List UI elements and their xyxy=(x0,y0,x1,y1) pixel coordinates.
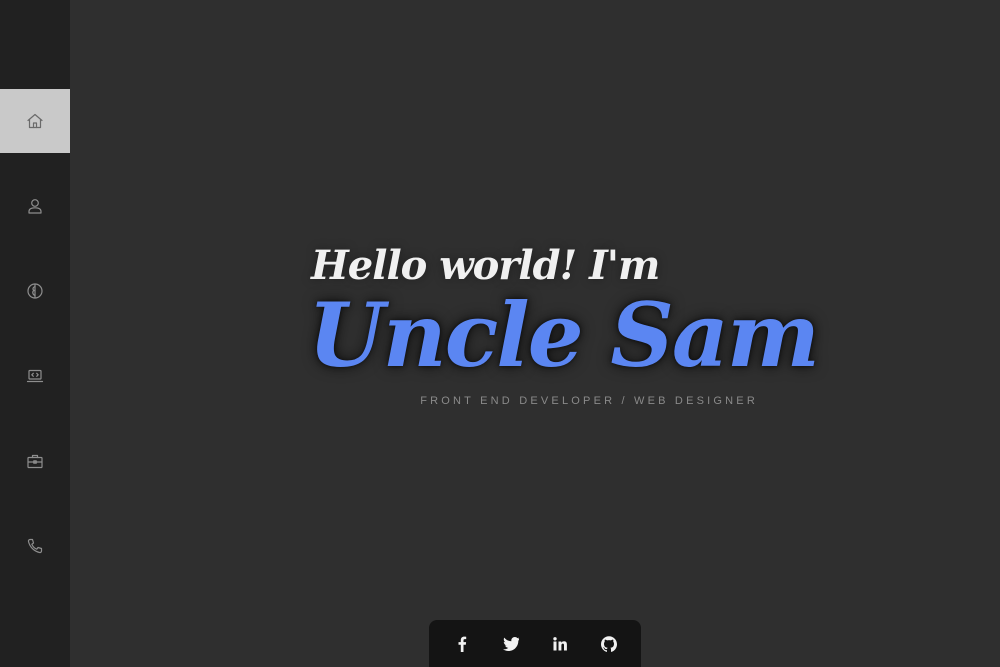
user-icon xyxy=(28,199,42,214)
hero-name: Uncle Sam xyxy=(308,283,820,387)
laptop-code-icon xyxy=(26,369,44,383)
github-icon xyxy=(600,635,617,652)
sidebar-item-home[interactable] xyxy=(0,89,70,153)
hero-subtitle: FRONT END DEVELOPER / WEB DESIGNER xyxy=(420,395,758,407)
facebook-icon xyxy=(458,636,466,652)
github-link[interactable] xyxy=(591,626,627,662)
briefcase-icon xyxy=(27,454,43,469)
home-icon xyxy=(27,113,43,129)
sidebar-item-about[interactable] xyxy=(0,174,70,238)
sidebar-item-portfolio[interactable] xyxy=(0,344,70,408)
sidebar xyxy=(0,0,70,667)
linkedin-link[interactable] xyxy=(542,626,578,662)
brain-icon xyxy=(27,283,43,299)
sidebar-item-contact[interactable] xyxy=(0,514,70,578)
facebook-link[interactable] xyxy=(444,626,480,662)
twitter-link[interactable] xyxy=(493,626,529,662)
page: Hello world! I'm Uncle Sam FRONT END DEV… xyxy=(0,0,1000,667)
phone-icon xyxy=(27,538,43,554)
social-bar xyxy=(429,620,641,667)
hero: Hello world! I'm Uncle Sam FRONT END DEV… xyxy=(308,238,820,418)
linkedin-icon xyxy=(552,636,567,650)
sidebar-item-experience[interactable] xyxy=(0,429,70,493)
twitter-icon xyxy=(502,636,519,651)
sidebar-item-skills[interactable] xyxy=(0,259,70,323)
